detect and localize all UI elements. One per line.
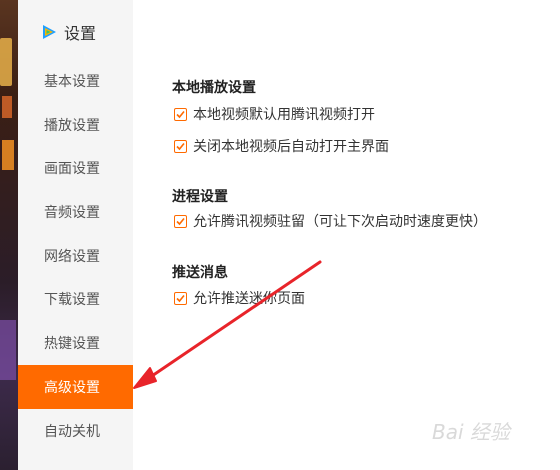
sidebar-item-hotkeys[interactable]: 热键设置	[18, 321, 133, 365]
option-label: 允许推送迷你页面	[193, 291, 305, 307]
background-video-strip	[0, 0, 18, 470]
option-resident-process[interactable]: 允许腾讯视频驻留（可让下次启动时速度更快）	[174, 211, 487, 231]
settings-title: 设置	[64, 24, 97, 43]
sidebar-item-download[interactable]: 下载设置	[18, 277, 133, 321]
backdrop-poster-fragment	[2, 96, 12, 118]
checkbox-checked-icon[interactable]	[174, 139, 187, 153]
checkbox-checked-icon[interactable]	[174, 291, 187, 305]
checkbox-checked-icon[interactable]	[174, 107, 187, 121]
option-label: 允许腾讯视频驻留（可让下次启动时速度更快）	[193, 214, 487, 230]
backdrop-poster-fragment	[2, 140, 14, 170]
settings-sidebar: 设置 基本设置 播放设置 画面设置 音频设置 网络设置 下载设置 热键设置 高级…	[18, 0, 133, 470]
sidebar-item-audio[interactable]: 音频设置	[18, 190, 133, 234]
watermark-text: Bai 经验	[432, 420, 513, 444]
sidebar-item-advanced[interactable]: 高级设置	[18, 365, 133, 409]
tencent-video-logo-icon	[43, 25, 56, 39]
checkbox-checked-icon[interactable]	[174, 214, 187, 228]
section-title-push: 推送消息	[172, 265, 228, 281]
option-label: 本地视频默认用腾讯视频打开	[193, 107, 375, 123]
sidebar-item-network[interactable]: 网络设置	[18, 234, 133, 278]
option-label: 关闭本地视频后自动打开主界面	[193, 139, 389, 155]
sidebar-item-picture[interactable]: 画面设置	[18, 146, 133, 190]
baidu-watermark: Bai 经验	[432, 420, 513, 444]
sidebar-item-playback[interactable]: 播放设置	[18, 103, 133, 147]
sidebar-item-basic[interactable]: 基本设置	[18, 59, 133, 103]
option-open-main-after-close[interactable]: 关闭本地视频后自动打开主界面	[174, 136, 389, 156]
settings-window: 设置 基本设置 播放设置 画面设置 音频设置 网络设置 下载设置 热键设置 高级…	[18, 0, 560, 470]
backdrop-poster-fragment	[0, 38, 12, 86]
settings-header: 设置	[40, 20, 96, 44]
option-allow-mini-page[interactable]: 允许推送迷你页面	[174, 288, 305, 308]
section-title-process: 进程设置	[172, 189, 228, 205]
sidebar-item-auto-shutdown[interactable]: 自动关机	[18, 409, 133, 453]
section-title-local-playback: 本地播放设置	[172, 80, 256, 96]
option-default-open-local[interactable]: 本地视频默认用腾讯视频打开	[174, 104, 375, 124]
backdrop-poster-fragment	[0, 320, 16, 380]
settings-content: 本地播放设置 本地视频默认用腾讯视频打开 关闭本地视频后自动打开主界面 进程设置…	[133, 0, 560, 470]
